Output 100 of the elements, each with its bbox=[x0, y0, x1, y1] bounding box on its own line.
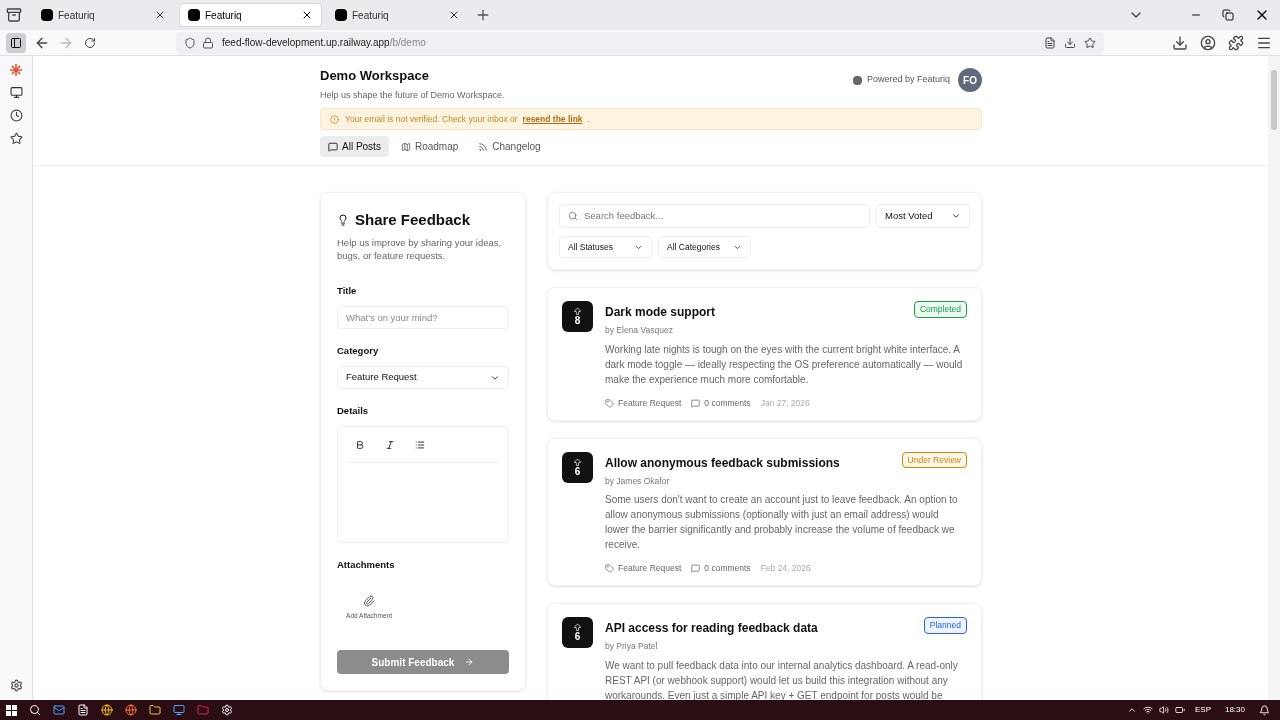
nav-tab[interactable]: Changelog bbox=[470, 136, 549, 157]
address-bar[interactable]: feed-flow-development.up.railway.app/b/demo bbox=[176, 31, 1104, 54]
chat-bubble-icon bbox=[328, 141, 338, 152]
comment-count[interactable]: 0 comments bbox=[704, 562, 751, 575]
alert-period: . bbox=[587, 112, 590, 126]
upvote-arrow-icon bbox=[573, 307, 582, 316]
category-filter[interactable]: All Categories bbox=[658, 236, 751, 258]
reload-icon[interactable] bbox=[84, 36, 96, 49]
nav-tab[interactable]: All Posts bbox=[320, 136, 389, 157]
vote-button[interactable]: 8 bbox=[562, 301, 593, 332]
language-indicator[interactable]: ESP bbox=[1194, 704, 1211, 716]
url-text: feed-flow-development.up.railway.app/b/demo bbox=[222, 36, 426, 50]
paperclip-icon bbox=[363, 594, 375, 607]
post-date: Jan 27, 2026 bbox=[760, 396, 810, 410]
browser-icon[interactable] bbox=[125, 704, 137, 716]
powered-by-link[interactable]: Powered by Featuriq bbox=[866, 73, 950, 87]
close-icon[interactable] bbox=[154, 9, 166, 21]
post-body: Some users don't want to create an account just to leave feedback. An option to allow anonymous submissions (optionally with just an email address) would lower the barrier significantly and probably increase the volume of feedback we receive. bbox=[605, 493, 959, 553]
lightbulb-icon bbox=[337, 214, 349, 227]
gear-icon[interactable] bbox=[221, 704, 233, 716]
tab-favicon bbox=[335, 9, 347, 21]
monitor-icon[interactable] bbox=[173, 704, 185, 716]
field-label: Title bbox=[337, 283, 358, 298]
synced-devices-icon[interactable] bbox=[9, 86, 23, 99]
browser-tab[interactable]: Featuriq bbox=[179, 3, 322, 27]
post-body: We want to pull feedback data into our internal analytics dashboard. A read-only REST API (or webhook support) would let us build this integration without any workarounds. Even just a simple API key + GET endpoint for posts would be bbox=[605, 658, 959, 700]
arrow-right-icon bbox=[464, 657, 475, 668]
form-description: Help us improve by sharing your ideas, bugs, or feature requests. bbox=[337, 235, 503, 262]
rss-icon bbox=[478, 141, 489, 152]
upvote-arrow-icon bbox=[573, 623, 582, 632]
app-icon[interactable] bbox=[197, 704, 209, 716]
post-title[interactable]: API access for reading feedback data bbox=[605, 619, 818, 637]
post-author: by Elena Vasquez bbox=[605, 324, 674, 337]
browser-icon[interactable] bbox=[101, 704, 113, 716]
volume-icon[interactable] bbox=[1158, 705, 1169, 715]
close-icon[interactable] bbox=[448, 9, 460, 21]
battery-icon[interactable] bbox=[1174, 705, 1185, 715]
vote-button[interactable]: 6 bbox=[562, 617, 593, 648]
title-input[interactable]: What's on your mind? bbox=[337, 305, 509, 329]
sidebar-icon bbox=[10, 36, 22, 49]
post-title[interactable]: Allow anonymous feedback submissions bbox=[605, 453, 840, 472]
tab-list-icon[interactable] bbox=[6, 7, 22, 23]
folder-icon[interactable] bbox=[149, 704, 161, 716]
status-badge: Completed bbox=[913, 301, 967, 318]
field-label: Details bbox=[337, 404, 370, 418]
workspace-subtitle: Help us shape the future of Demo Workspace. bbox=[320, 88, 506, 102]
tray-caret-icon[interactable] bbox=[1126, 705, 1137, 715]
scrollbar[interactable] bbox=[1268, 56, 1280, 700]
form-title: Share Feedback bbox=[355, 210, 471, 230]
bookmarks-icon[interactable] bbox=[9, 132, 23, 145]
notes-icon[interactable] bbox=[77, 704, 89, 716]
status-badge: Under Review bbox=[901, 451, 967, 469]
notifications-icon[interactable] bbox=[1259, 704, 1270, 716]
post-category: Feature Request bbox=[618, 396, 682, 410]
account-icon[interactable] bbox=[1200, 34, 1216, 51]
field-label: Attachments bbox=[337, 558, 396, 573]
sidebar-toggle-button[interactable] bbox=[6, 32, 26, 53]
resend-link[interactable]: resend the link bbox=[522, 112, 583, 126]
close-icon[interactable] bbox=[301, 9, 313, 21]
new-tab-icon[interactable] bbox=[475, 7, 491, 23]
list-icon[interactable] bbox=[415, 439, 425, 450]
save-icon[interactable] bbox=[1064, 36, 1076, 49]
bold-icon[interactable] bbox=[355, 439, 365, 450]
post-author: by Priya Patel bbox=[605, 640, 659, 653]
tab-title: Featuriq bbox=[352, 8, 390, 23]
search-icon[interactable] bbox=[29, 704, 41, 716]
category-select[interactable]: Feature Request bbox=[337, 366, 509, 389]
post-title[interactable]: Dark mode support bbox=[605, 303, 715, 321]
history-icon[interactable] bbox=[9, 109, 23, 122]
tab-favicon bbox=[41, 9, 53, 21]
download-icon[interactable] bbox=[1172, 34, 1188, 51]
reader-icon[interactable] bbox=[1044, 36, 1056, 49]
chevron-down-icon bbox=[951, 211, 961, 221]
tab-title: Featuriq bbox=[205, 8, 243, 23]
bookmark-star-icon[interactable] bbox=[1084, 36, 1096, 49]
extensions-icon[interactable] bbox=[1228, 34, 1244, 51]
vote-button[interactable]: 6 bbox=[562, 451, 593, 483]
sort-select[interactable]: Most Voted bbox=[876, 204, 970, 228]
sparkle-icon[interactable] bbox=[10, 64, 22, 76]
start-icon[interactable] bbox=[6, 704, 17, 716]
post-date: Feb 24, 2026 bbox=[760, 562, 811, 575]
comment-count[interactable]: 0 comments bbox=[704, 396, 751, 410]
post-author: by James Okafor bbox=[605, 474, 671, 488]
post-body: Working late nights is tough on the eyes with the current bright white interface. A dark mode toggle — ideally respecting the OS preference automatically — would make the experience much more comfortable. bbox=[605, 342, 964, 387]
restore-icon[interactable] bbox=[1222, 9, 1234, 21]
logo-icon bbox=[852, 75, 862, 85]
settings-icon[interactable] bbox=[9, 679, 23, 692]
tab-favicon bbox=[188, 9, 200, 21]
comment-icon bbox=[691, 398, 701, 408]
search-field[interactable]: Search feedback... bbox=[559, 204, 870, 228]
wifi-icon[interactable] bbox=[1142, 705, 1153, 715]
status-filter[interactable]: All Statuses bbox=[559, 236, 652, 258]
tag-icon bbox=[605, 564, 614, 574]
clock[interactable]: 18:30 bbox=[1224, 704, 1245, 716]
field-label: Category bbox=[337, 343, 380, 358]
mail-icon[interactable] bbox=[53, 704, 65, 716]
user-avatar[interactable]: FO bbox=[958, 68, 982, 92]
map-icon bbox=[400, 141, 411, 152]
nav-tab[interactable]: Roadmap bbox=[392, 136, 467, 157]
italic-icon[interactable] bbox=[385, 439, 395, 450]
